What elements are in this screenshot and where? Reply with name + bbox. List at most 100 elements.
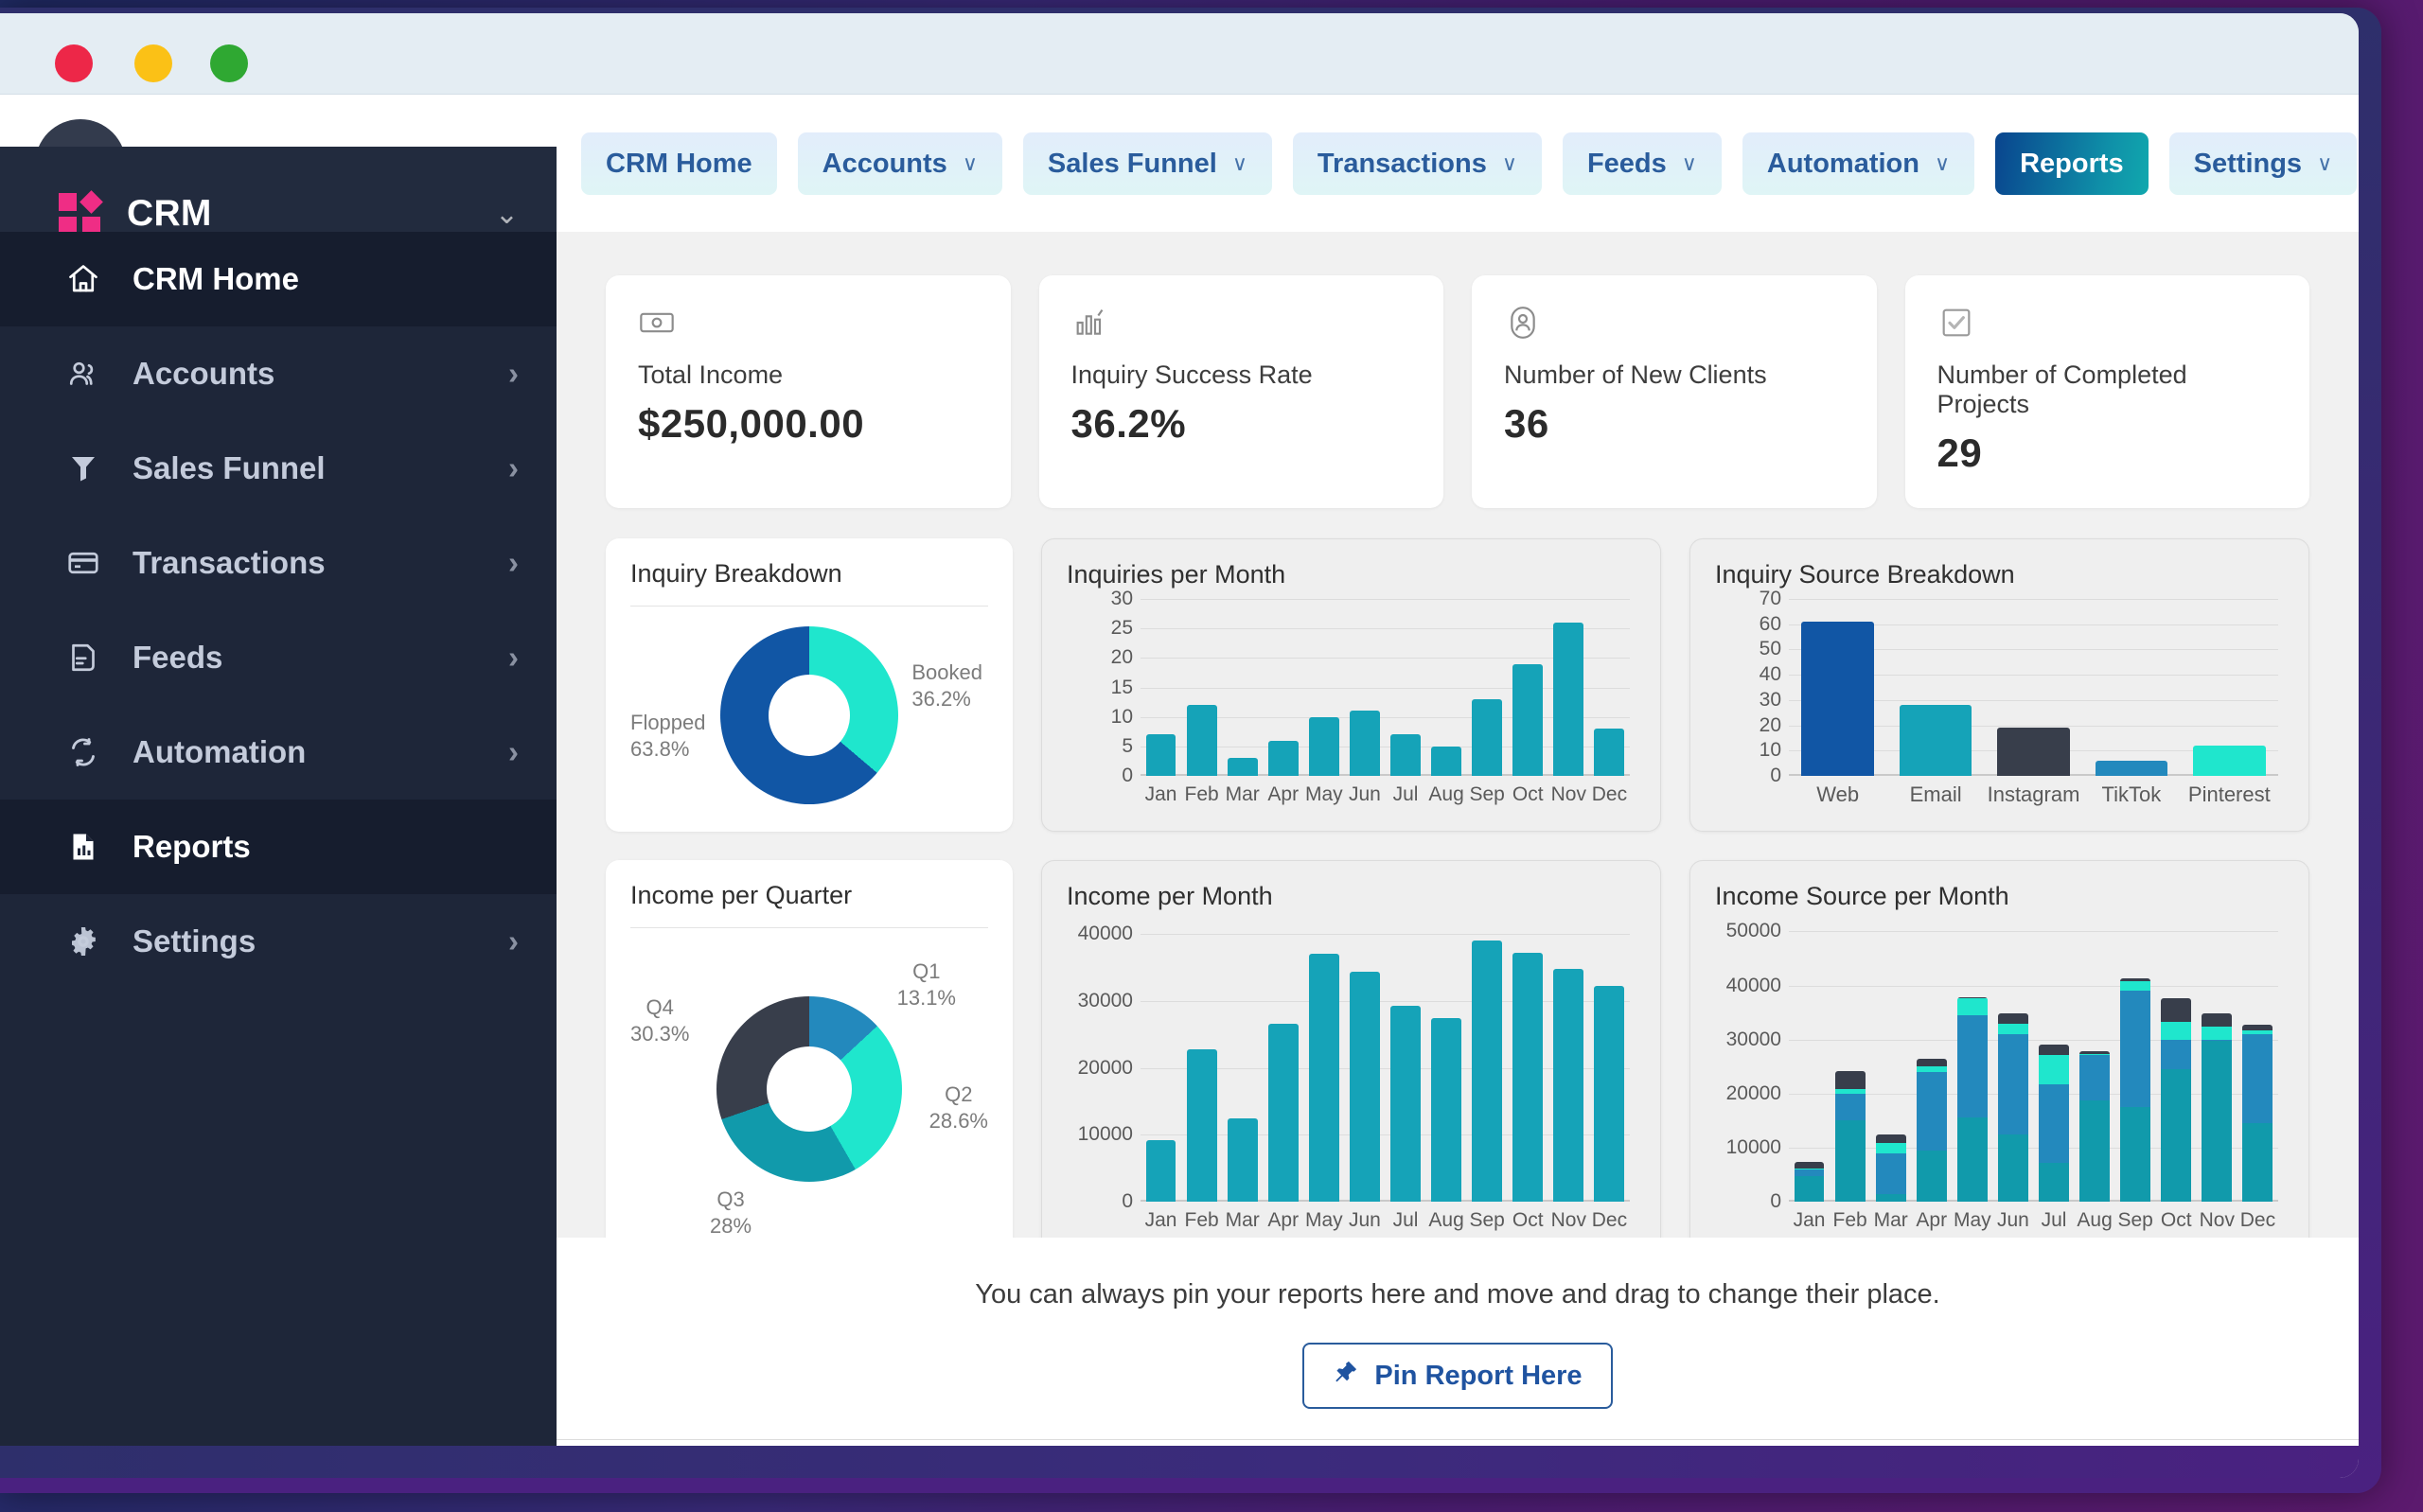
bar-column[interactable] bbox=[2181, 599, 2278, 776]
tab-sales-funnel[interactable]: Sales Funnel ∨ bbox=[1023, 132, 1272, 195]
bar[interactable] bbox=[1472, 941, 1502, 1202]
bar[interactable] bbox=[1350, 972, 1380, 1202]
bar-column[interactable] bbox=[1263, 599, 1303, 776]
bar[interactable] bbox=[1594, 729, 1624, 776]
pin-report-button[interactable]: Pin Report Here bbox=[1302, 1343, 1612, 1409]
bar-column[interactable] bbox=[1789, 599, 1886, 776]
bar-column[interactable] bbox=[1344, 921, 1385, 1202]
sidebar-item-automation[interactable]: Automation › bbox=[0, 705, 557, 800]
bar[interactable] bbox=[1350, 711, 1380, 776]
bar-column[interactable] bbox=[2197, 921, 2237, 1202]
sidebar-item-accounts[interactable]: Accounts › bbox=[0, 326, 557, 421]
bar-column[interactable] bbox=[1548, 599, 1589, 776]
bar-column[interactable] bbox=[1467, 921, 1508, 1202]
bar-column[interactable] bbox=[1385, 599, 1425, 776]
stacked-bar[interactable] bbox=[2161, 998, 2191, 1202]
bar-column[interactable] bbox=[1141, 921, 1181, 1202]
bar-column[interactable] bbox=[1870, 921, 1911, 1202]
bar[interactable] bbox=[1187, 705, 1217, 776]
bar[interactable] bbox=[1801, 622, 1874, 776]
stacked-bar[interactable] bbox=[2120, 978, 2150, 1202]
bar-column[interactable] bbox=[1911, 921, 1952, 1202]
bar[interactable] bbox=[1553, 623, 1583, 776]
bar[interactable] bbox=[1268, 1024, 1299, 1202]
bar[interactable] bbox=[2193, 746, 2266, 776]
bar-column[interactable] bbox=[1830, 921, 1870, 1202]
bar[interactable] bbox=[1390, 734, 1421, 776]
maximize-window-button[interactable] bbox=[210, 44, 248, 82]
stacked-bar[interactable] bbox=[2079, 1051, 2110, 1202]
bar-column[interactable] bbox=[1303, 599, 1344, 776]
stacked-bar[interactable] bbox=[1876, 1134, 1906, 1202]
bar-column[interactable] bbox=[2237, 921, 2278, 1202]
bar-column[interactable] bbox=[1467, 599, 1508, 776]
bar[interactable] bbox=[1268, 741, 1299, 776]
bar[interactable] bbox=[1228, 1118, 1258, 1202]
bar-column[interactable] bbox=[1985, 599, 2082, 776]
stacked-bar[interactable] bbox=[1795, 1162, 1825, 1202]
chevron-down-icon[interactable]: ⌄ bbox=[495, 198, 519, 231]
bar-column[interactable] bbox=[1303, 921, 1344, 1202]
bar-column[interactable] bbox=[1886, 599, 1984, 776]
sidebar-item-sales-funnel[interactable]: Sales Funnel › bbox=[0, 421, 557, 516]
bar[interactable] bbox=[1512, 664, 1543, 776]
bar[interactable] bbox=[2096, 761, 2168, 776]
bar-column[interactable] bbox=[2033, 921, 2074, 1202]
bar-column[interactable] bbox=[1992, 921, 2033, 1202]
sidebar-item-reports[interactable]: Reports bbox=[0, 800, 557, 894]
stacked-bar[interactable] bbox=[1917, 1059, 1947, 1202]
bar-column[interactable] bbox=[1789, 921, 1830, 1202]
bar-column[interactable] bbox=[1426, 599, 1467, 776]
bar-column[interactable] bbox=[2082, 599, 2180, 776]
bar[interactable] bbox=[1900, 705, 1972, 776]
stacked-bar[interactable] bbox=[2039, 1045, 2069, 1202]
sidebar-item-settings[interactable]: Settings › bbox=[0, 894, 557, 989]
bar-column[interactable] bbox=[1589, 921, 1630, 1202]
bar[interactable] bbox=[1594, 986, 1624, 1202]
bar-column[interactable] bbox=[1385, 921, 1425, 1202]
bar[interactable] bbox=[1309, 717, 1339, 776]
bar-column[interactable] bbox=[1508, 921, 1548, 1202]
bar-column[interactable] bbox=[1344, 599, 1385, 776]
sidebar-item-feeds[interactable]: Feeds › bbox=[0, 610, 557, 705]
bar-column[interactable] bbox=[1222, 599, 1263, 776]
stacked-bar[interactable] bbox=[1835, 1071, 1866, 1202]
bar-column[interactable] bbox=[1263, 921, 1303, 1202]
bar[interactable] bbox=[1431, 1018, 1461, 1202]
tab-crm-home[interactable]: CRM Home bbox=[581, 132, 777, 195]
bar[interactable] bbox=[1472, 699, 1502, 776]
stacked-bar[interactable] bbox=[2242, 1025, 2273, 1202]
bar-column[interactable] bbox=[2156, 921, 2197, 1202]
tab-feeds[interactable]: Feeds ∨ bbox=[1563, 132, 1722, 195]
bar-column[interactable] bbox=[1222, 921, 1263, 1202]
minimize-window-button[interactable] bbox=[134, 44, 172, 82]
sidebar-item-transactions[interactable]: Transactions › bbox=[0, 516, 557, 610]
bar-column[interactable] bbox=[1426, 921, 1467, 1202]
bar-column[interactable] bbox=[1141, 599, 1181, 776]
bar[interactable] bbox=[1187, 1049, 1217, 1202]
bar-column[interactable] bbox=[2115, 921, 2156, 1202]
tab-settings[interactable]: Settings ∨ bbox=[2169, 132, 2358, 195]
stacked-bar[interactable] bbox=[1957, 997, 1988, 1202]
tab-reports[interactable]: Reports bbox=[1995, 132, 2149, 195]
bar-column[interactable] bbox=[1508, 599, 1548, 776]
bar[interactable] bbox=[1390, 1006, 1421, 1202]
bar[interactable] bbox=[1512, 953, 1543, 1202]
bar-column[interactable] bbox=[1589, 599, 1630, 776]
bar-column[interactable] bbox=[1181, 921, 1222, 1202]
bar[interactable] bbox=[1228, 758, 1258, 776]
bar-column[interactable] bbox=[1952, 921, 1992, 1202]
tab-automation[interactable]: Automation ∨ bbox=[1742, 132, 1974, 195]
bar-column[interactable] bbox=[1548, 921, 1589, 1202]
tab-accounts[interactable]: Accounts ∨ bbox=[798, 132, 1002, 195]
bar[interactable] bbox=[1309, 954, 1339, 1202]
stacked-bar[interactable] bbox=[2202, 1013, 2232, 1202]
tab-transactions[interactable]: Transactions ∨ bbox=[1293, 132, 1542, 195]
stacked-bar[interactable] bbox=[1998, 1013, 2028, 1202]
bar[interactable] bbox=[1997, 728, 2070, 776]
bar[interactable] bbox=[1146, 734, 1176, 776]
close-window-button[interactable] bbox=[55, 44, 93, 82]
bar[interactable] bbox=[1146, 1140, 1176, 1202]
bar-column[interactable] bbox=[2075, 921, 2115, 1202]
bar[interactable] bbox=[1431, 747, 1461, 776]
